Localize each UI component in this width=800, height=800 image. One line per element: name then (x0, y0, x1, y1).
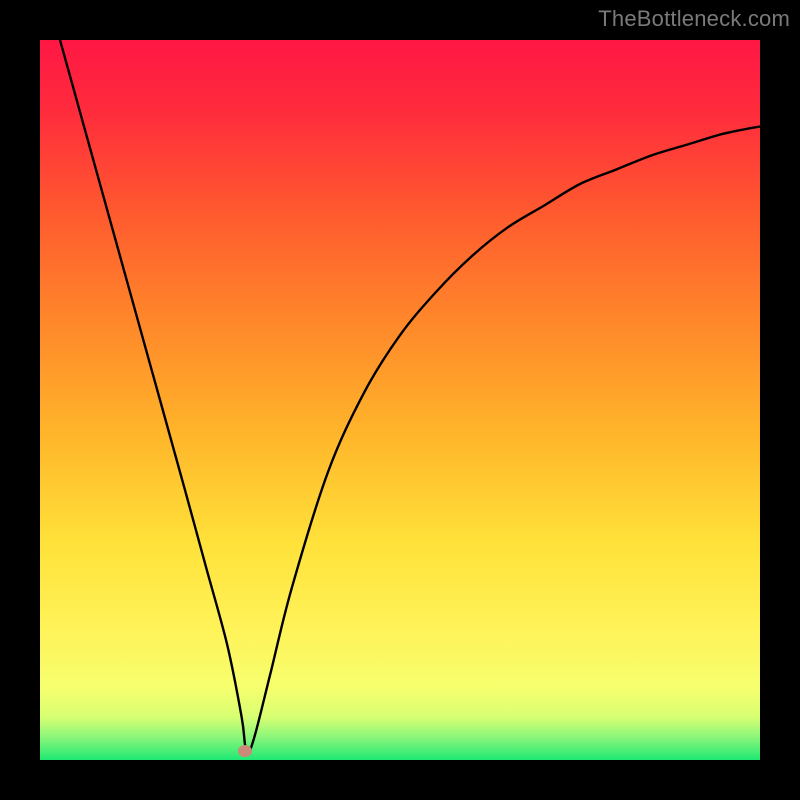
bottleneck-curve (40, 40, 760, 754)
chart-frame: TheBottleneck.com (0, 0, 800, 800)
plot-area (40, 40, 760, 760)
optimal-point-marker (238, 745, 252, 757)
watermark-text: TheBottleneck.com (598, 6, 790, 32)
curve-layer (40, 40, 760, 760)
